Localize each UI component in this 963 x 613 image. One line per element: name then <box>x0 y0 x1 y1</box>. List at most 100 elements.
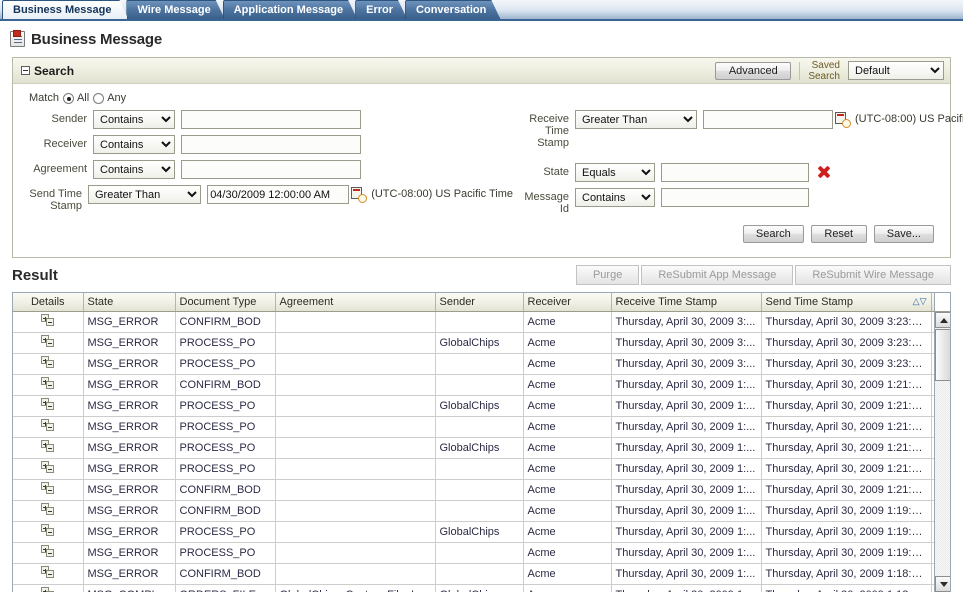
table-row[interactable]: MSG_ERROR CONFIRM_BOD Acme Thursday, April … <box>13 311 947 333</box>
resubmit-wire-message-button[interactable]: ReSubmit Wire Message <box>795 265 951 285</box>
cell-details[interactable] <box>13 479 84 501</box>
expand-icon[interactable] <box>40 545 55 558</box>
sender-input[interactable] <box>181 110 361 129</box>
expand-icon[interactable] <box>40 398 55 411</box>
match-all-option[interactable]: All <box>62 92 89 104</box>
col-header-receive-time-stamp[interactable]: Receive Time Stamp <box>611 293 762 312</box>
cell-document-type: CONFIRM_BOD <box>175 374 276 396</box>
scroll-up-button[interactable] <box>935 312 950 328</box>
col-header-sender[interactable]: Sender <box>435 293 524 312</box>
cell-receive-time-stamp: Thursday, April 30, 2009 1:... <box>611 479 762 501</box>
table-row[interactable]: MSG_ERROR CONFIRM_BOD Acme Thursday, April … <box>13 563 947 585</box>
table-row[interactable]: MSG_ERROR PROCESS_PO GlobalChips Acme Thursd… <box>13 437 947 459</box>
resubmit-app-message-button[interactable]: ReSubmit App Message <box>641 265 794 285</box>
expand-icon[interactable] <box>40 335 55 348</box>
saved-search-select[interactable]: Default <box>848 61 944 80</box>
cell-details[interactable] <box>13 563 84 585</box>
advanced-button[interactable]: Advanced <box>715 61 792 80</box>
sender-operator-select[interactable]: Contains <box>93 110 175 129</box>
col-header-details[interactable]: Details <box>13 293 84 312</box>
expand-icon[interactable] <box>40 503 55 516</box>
table-row[interactable]: MSG_ERROR PROCESS_PO GlobalChips Acme Thursd… <box>13 395 947 417</box>
table-vertical-scrollbar[interactable] <box>934 312 950 592</box>
cell-state: MSG_COMPLETE <box>83 584 176 592</box>
cell-details[interactable] <box>13 521 84 543</box>
remove-state-field-icon[interactable] <box>817 165 831 179</box>
cell-send-time-stamp: Thursday, April 30, 2009 1:19:3... <box>761 542 932 564</box>
cell-details[interactable] <box>13 311 84 333</box>
cell-receiver: Acme <box>523 437 612 459</box>
cell-details[interactable] <box>13 416 84 438</box>
tab-business-message[interactable]: Business Message <box>2 0 128 19</box>
receive-time-operator-select[interactable]: Greater Than <box>575 110 697 129</box>
table-row[interactable]: MSG_ERROR PROCESS_PO GlobalChips Acme Thursd… <box>13 332 947 354</box>
expand-icon[interactable] <box>40 356 55 369</box>
cell-details[interactable] <box>13 458 84 480</box>
tab-conversation[interactable]: Conversation <box>405 0 500 19</box>
message-id-operator-select[interactable]: Contains <box>575 188 655 207</box>
reset-button[interactable]: Reset <box>810 225 867 243</box>
state-operator-select[interactable]: Equals <box>575 163 655 182</box>
cell-details[interactable] <box>13 500 84 522</box>
col-header-agreement[interactable]: Agreement <box>275 293 436 312</box>
col-header-state[interactable]: State <box>83 293 176 312</box>
cell-details[interactable] <box>13 395 84 417</box>
expand-icon[interactable] <box>40 524 55 537</box>
cell-details[interactable] <box>13 353 84 375</box>
cell-state: MSG_ERROR <box>83 353 176 375</box>
message-id-input[interactable] <box>661 188 809 207</box>
cell-details[interactable] <box>13 584 84 592</box>
expand-icon[interactable] <box>40 566 55 579</box>
expand-icon[interactable] <box>40 377 55 390</box>
radio-any-icon[interactable] <box>93 92 105 104</box>
agreement-operator-select[interactable]: Contains <box>93 160 175 179</box>
tab-application-message[interactable]: Application Message <box>223 0 357 19</box>
purge-button[interactable]: Purge <box>575 265 640 285</box>
state-input[interactable] <box>661 163 809 182</box>
scroll-down-button[interactable] <box>935 576 950 592</box>
col-header-send-time-stamp[interactable]: Send Time Stamp △▽ <box>761 293 932 312</box>
table-row[interactable]: MSG_COMPLETEORDERS_FILEGlobalChips_Custo… <box>13 584 947 592</box>
table-row[interactable]: MSG_ERROR PROCESS_PO GlobalChips Acme Thursd… <box>13 521 947 543</box>
cell-details[interactable] <box>13 374 84 396</box>
send-time-operator-select[interactable]: Greater Than <box>87 185 202 204</box>
cell-document-type: CONFIRM_BOD <box>175 563 276 585</box>
expand-icon[interactable] <box>40 482 55 495</box>
table-row[interactable]: MSG_ERROR PROCESS_PO Acme Thursday, April 3… <box>13 542 947 564</box>
table-row[interactable]: MSG_ERROR PROCESS_PO Acme Thursday, April 3… <box>13 458 947 480</box>
expand-icon[interactable] <box>40 419 55 432</box>
calendar-picker-icon[interactable] <box>351 187 368 203</box>
cell-details[interactable] <box>13 332 84 354</box>
send-time-input[interactable] <box>207 185 350 204</box>
calendar-picker-icon[interactable] <box>835 112 851 128</box>
table-row[interactable]: MSG_ERROR PROCESS_PO Acme Thursday, April 3… <box>13 416 947 438</box>
sort-toggle-icons[interactable]: △▽ <box>913 296 927 307</box>
table-row[interactable]: MSG_ERROR CONFIRM_BOD Acme Thursday, April … <box>13 374 947 396</box>
match-any-option[interactable]: Any <box>93 92 126 104</box>
receive-time-input[interactable] <box>703 110 833 129</box>
expand-icon[interactable] <box>40 440 55 453</box>
scroll-thumb[interactable] <box>935 329 950 381</box>
cell-details[interactable] <box>13 542 84 564</box>
col-header-document-type[interactable]: Document Type <box>175 293 276 312</box>
table-row[interactable]: MSG_ERROR PROCESS_PO Acme Thursday, April 3… <box>13 353 947 375</box>
cell-document-type: PROCESS_PO <box>175 395 276 417</box>
receiver-operator-select[interactable]: Contains <box>93 135 175 154</box>
save-search-button[interactable]: Save... <box>873 225 934 243</box>
radio-all-icon[interactable] <box>62 92 74 104</box>
cell-receive-time-stamp: Thursday, April 30, 2009 3:... <box>611 311 762 333</box>
receiver-input[interactable] <box>181 135 361 154</box>
collapse-toggle-icon[interactable] <box>21 66 30 75</box>
expand-icon[interactable] <box>40 461 55 474</box>
expand-icon[interactable] <box>40 587 55 592</box>
expand-icon[interactable] <box>40 314 55 327</box>
table-row[interactable]: MSG_ERROR CONFIRM_BOD Acme Thursday, April … <box>13 500 947 522</box>
tab-wire-message[interactable]: Wire Message <box>126 0 224 19</box>
cell-details[interactable] <box>13 437 84 459</box>
table-row[interactable]: MSG_ERROR CONFIRM_BOD Acme Thursday, April … <box>13 479 947 501</box>
tab-error[interactable]: Error <box>355 0 407 19</box>
result-table: Details State Document Type Agreement Se… <box>13 293 948 592</box>
agreement-input[interactable] <box>181 160 361 179</box>
col-header-receiver[interactable]: Receiver <box>523 293 612 312</box>
search-button[interactable]: Search <box>742 225 804 243</box>
